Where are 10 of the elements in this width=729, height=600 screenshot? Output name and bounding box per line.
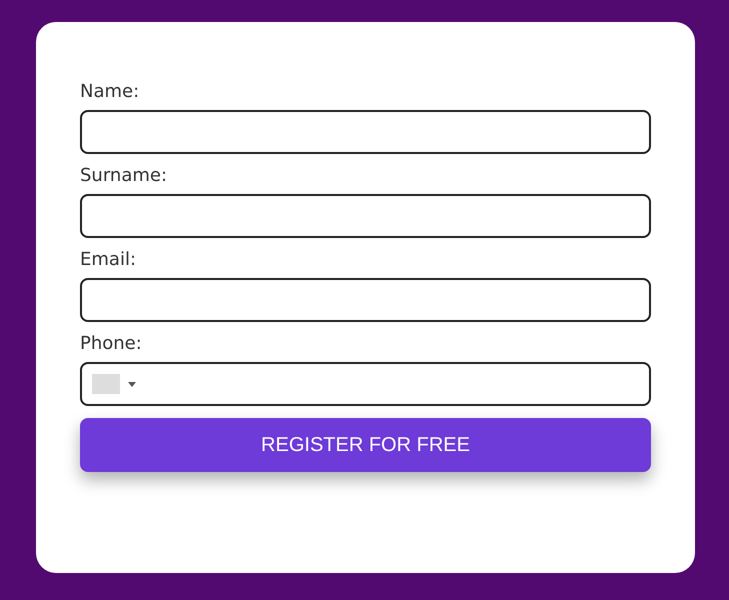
input-field[interactable] — [80, 194, 651, 238]
phone-field[interactable] — [80, 362, 651, 406]
field-label: Surname: — [80, 164, 168, 188]
field-label: Name: — [80, 80, 140, 104]
caret-icon — [128, 382, 136, 386]
field-label: Phone: — [80, 332, 143, 356]
field-label: Email: — [80, 248, 138, 272]
input-field[interactable] — [80, 110, 651, 154]
register-button[interactable]: REGISTER FOR FREE — [80, 418, 651, 472]
input-field[interactable] — [80, 278, 651, 322]
